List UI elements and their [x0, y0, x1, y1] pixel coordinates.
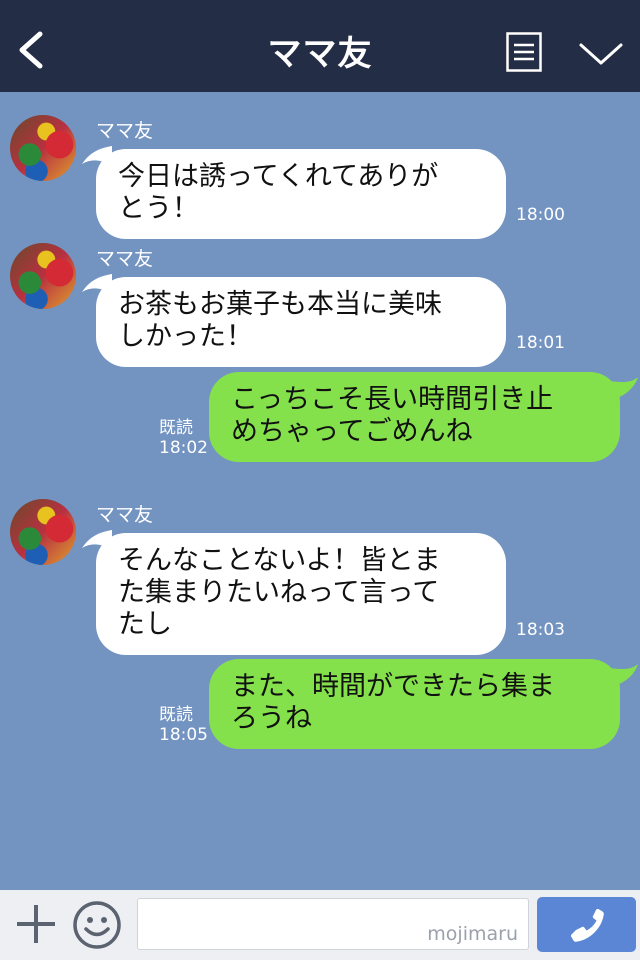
message-line: しかった！ [118, 321, 253, 352]
avatar[interactable] [10, 499, 76, 565]
message-time: 18:02 [159, 438, 208, 458]
read-receipt: 既読 [159, 418, 193, 438]
message-time: 18:00 [516, 205, 565, 225]
message-line: とう！ [118, 193, 199, 224]
plus-icon[interactable] [14, 902, 58, 946]
message-line: そんなことないよ！皆とま [118, 545, 441, 576]
message-line: たし [118, 609, 172, 640]
message-line: た集まりたいねって言って [118, 577, 440, 608]
watermark: mojimaru [427, 923, 518, 945]
message-time: 18:01 [516, 333, 565, 353]
sender-name: ママ友 [96, 248, 154, 270]
message-time: 18:05 [159, 725, 208, 745]
phone-icon [570, 908, 604, 942]
message-bubble-incoming[interactable]: お茶もお菓子も本当に美味 しかった！ [96, 277, 506, 367]
message-line: めちゃってごめんね [231, 416, 473, 447]
message-time: 18:03 [516, 620, 565, 640]
message-line: ろうね [231, 703, 312, 734]
message-line: 今日は誘ってくれてありが [118, 161, 439, 192]
avatar[interactable] [10, 115, 76, 181]
message-bubble-outgoing[interactable]: こっちこそ長い時間引き止 めちゃってごめんね [209, 372, 620, 462]
chat-title: ママ友 [267, 34, 373, 74]
message-bubble-outgoing[interactable]: また、時間ができたら集ま ろうね [209, 659, 620, 749]
read-receipt: 既読 [159, 705, 193, 725]
call-button[interactable] [537, 897, 636, 952]
message-line: お茶もお菓子も本当に美味 [118, 289, 442, 320]
message-input[interactable]: mojimaru [137, 898, 529, 950]
avatar[interactable] [10, 243, 76, 309]
sender-name: ママ友 [96, 120, 154, 142]
message-line: また、時間ができたら集ま [231, 671, 555, 702]
emoji-icon[interactable] [72, 900, 122, 950]
message-bubble-incoming[interactable]: 今日は誘ってくれてありが とう！ [96, 149, 506, 239]
chat-header: ママ友 [0, 0, 640, 92]
chevron-down-icon[interactable] [578, 40, 624, 68]
message-list[interactable]: ママ友 今日は誘ってくれてありが とう！ 18:00 ママ友 お茶もお菓子も本当… [0, 92, 640, 890]
notes-menu-icon[interactable] [506, 32, 542, 72]
message-line: こっちこそ長い時間引き止 [231, 384, 554, 415]
sender-name: ママ友 [96, 504, 154, 526]
message-bubble-incoming[interactable]: そんなことないよ！皆とま た集まりたいねって言って たし [96, 533, 506, 655]
